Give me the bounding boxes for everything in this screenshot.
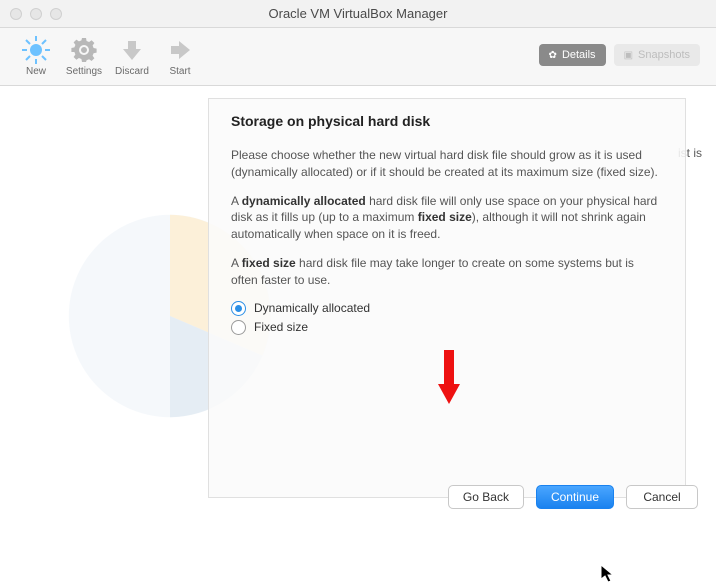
minimize-window-icon[interactable] xyxy=(30,8,42,20)
radio-label: Fixed size xyxy=(254,320,308,334)
radio-icon xyxy=(231,301,246,316)
content-area: ist is Storage on physical hard disk Ple… xyxy=(0,86,716,525)
camera-icon: ▣ xyxy=(624,50,633,61)
view-switcher: ✿ Details ▣ Snapshots xyxy=(539,44,700,66)
toolbar-label: Discard xyxy=(115,66,149,77)
window-title: Oracle VM VirtualBox Manager xyxy=(0,6,716,21)
dialog-paragraph: A fixed size hard disk file may take lon… xyxy=(231,255,663,289)
continue-button[interactable]: Continue xyxy=(536,485,614,509)
radio-icon xyxy=(231,320,246,335)
window-controls xyxy=(10,8,62,20)
discard-button[interactable]: Discard xyxy=(108,36,156,77)
radio-fixed[interactable]: Fixed size xyxy=(231,320,663,335)
details-tab[interactable]: ✿ Details xyxy=(539,44,606,66)
radio-dynamic[interactable]: Dynamically allocated xyxy=(231,301,663,316)
gear-icon xyxy=(70,36,98,64)
arrow-right-icon xyxy=(166,36,194,64)
cursor-icon xyxy=(600,564,616,584)
close-window-icon[interactable] xyxy=(10,8,22,20)
zoom-window-icon[interactable] xyxy=(50,8,62,20)
toolbar-label: New xyxy=(26,66,46,77)
dialog-paragraph: Please choose whether the new virtual ha… xyxy=(231,147,663,181)
radio-label: Dynamically allocated xyxy=(254,301,370,315)
toolbar-label: Start xyxy=(169,66,190,77)
snapshots-tab[interactable]: ▣ Snapshots xyxy=(614,44,700,66)
tab-label: Snapshots xyxy=(638,49,690,61)
sun-icon xyxy=(22,36,50,64)
tab-label: Details xyxy=(562,49,596,61)
dialog-paragraph: A dynamically allocated hard disk file w… xyxy=(231,193,663,243)
toolbar: New Settings Discard Start ✿ Details ▣ S… xyxy=(0,28,716,86)
go-back-button[interactable]: Go Back xyxy=(448,485,524,509)
settings-button[interactable]: Settings xyxy=(60,36,108,77)
dialog-heading: Storage on physical hard disk xyxy=(231,113,663,129)
storage-wizard-dialog: Storage on physical hard disk Please cho… xyxy=(208,98,686,498)
new-button[interactable]: New xyxy=(12,36,60,77)
titlebar: Oracle VM VirtualBox Manager xyxy=(0,0,716,28)
arrow-down-icon xyxy=(118,36,146,64)
gear-icon: ✿ xyxy=(549,50,557,61)
cancel-button[interactable]: Cancel xyxy=(626,485,698,509)
toolbar-label: Settings xyxy=(66,66,102,77)
start-button[interactable]: Start xyxy=(156,36,204,77)
wizard-buttons: Go Back Continue Cancel xyxy=(448,485,698,509)
